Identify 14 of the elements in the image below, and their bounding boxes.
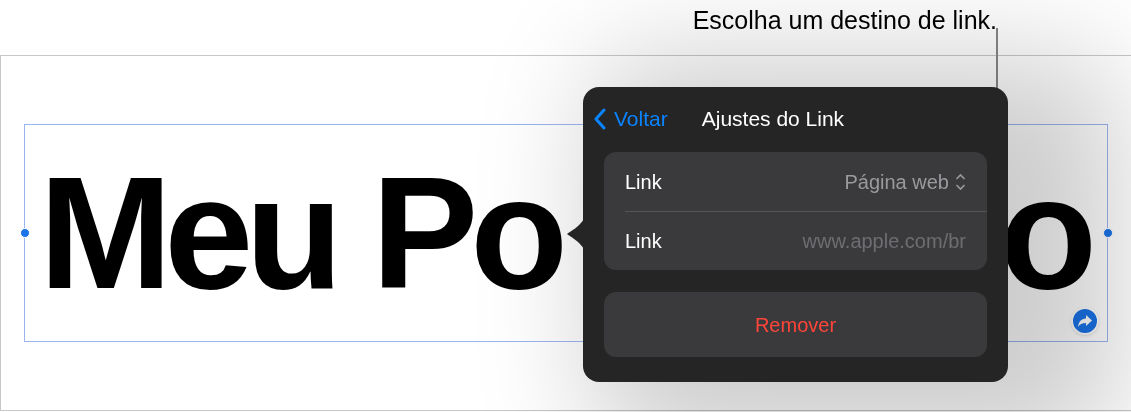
resize-handle[interactable]: [1103, 228, 1113, 238]
title-text: Meu Po: [39, 153, 560, 313]
back-button[interactable]: Voltar: [594, 103, 668, 135]
link-type-picker[interactable]: Página web: [844, 166, 966, 197]
popover-title: Ajustes do Link: [701, 106, 845, 133]
resize-handle[interactable]: [20, 228, 30, 238]
chevron-left-icon: [594, 108, 606, 130]
title-text: o: [999, 153, 1097, 313]
link-icon[interactable]: [1071, 307, 1099, 335]
row-label: Link: [625, 229, 662, 254]
remove-button[interactable]: Remover: [604, 292, 987, 357]
row-label: Link: [625, 169, 662, 195]
callout-text: Escolha um destino de link.: [692, 5, 997, 36]
up-down-chevron-icon: [955, 172, 966, 191]
